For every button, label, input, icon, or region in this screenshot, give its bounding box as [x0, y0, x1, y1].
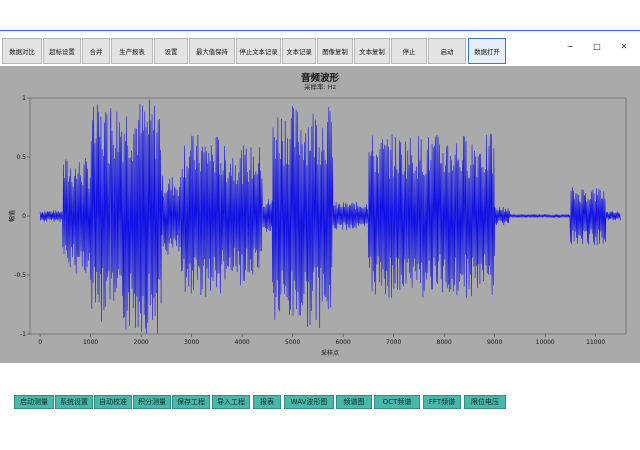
y-axis-label: 幅值: [8, 210, 16, 222]
x-tick-label: 9000: [487, 339, 502, 346]
wav-waveform-button[interactable]: WAV波形图: [284, 395, 334, 409]
x-tick-label: 10000: [536, 339, 555, 346]
y-tick-label: -1: [20, 331, 26, 338]
integral-measure-button[interactable]: 积分测量: [133, 395, 171, 409]
report-button[interactable]: 报表: [253, 395, 281, 409]
y-tick-label: 0: [22, 213, 26, 220]
oct-spectrum-button[interactable]: OCT频谱: [374, 395, 420, 409]
y-tick-label: -0.5: [14, 272, 26, 279]
y-tick-label: 1: [22, 95, 26, 102]
x-tick-label: 11000: [586, 339, 605, 346]
x-tick-label: 2000: [133, 339, 148, 346]
start-measure-button[interactable]: 启动测量: [14, 395, 54, 409]
x-tick-label: 5000: [285, 339, 300, 346]
import-project-button[interactable]: 导入工程: [212, 395, 250, 409]
x-tick-label: 8000: [437, 339, 452, 346]
system-settings-button[interactable]: 系统设置: [55, 395, 93, 409]
x-tick-label: 3000: [184, 339, 199, 346]
limit-voltage-button[interactable]: 限位电压: [464, 395, 506, 409]
y-tick-label: 0.5: [16, 154, 26, 161]
x-tick-label: 6000: [336, 339, 351, 346]
x-tick-label: 1000: [83, 339, 98, 346]
waveform-chart[interactable]: 0 1000 2000 3000 4000 5000 6000 7000 8000 9000 100…: [0, 0, 640, 450]
auto-calibrate-button[interactable]: 自动校准: [94, 395, 132, 409]
save-project-button[interactable]: 保存工程: [172, 395, 210, 409]
x-tick-label: 7000: [386, 339, 401, 346]
waveform-line: [39, 99, 621, 334]
fft-spectrum-button[interactable]: FFT频谱: [423, 395, 461, 409]
spectrum-button[interactable]: 频谱图: [336, 395, 372, 409]
x-tick-label: 4000: [234, 339, 249, 346]
x-tick-label: 0: [38, 339, 42, 346]
x-axis-label: 采样点: [321, 349, 339, 357]
